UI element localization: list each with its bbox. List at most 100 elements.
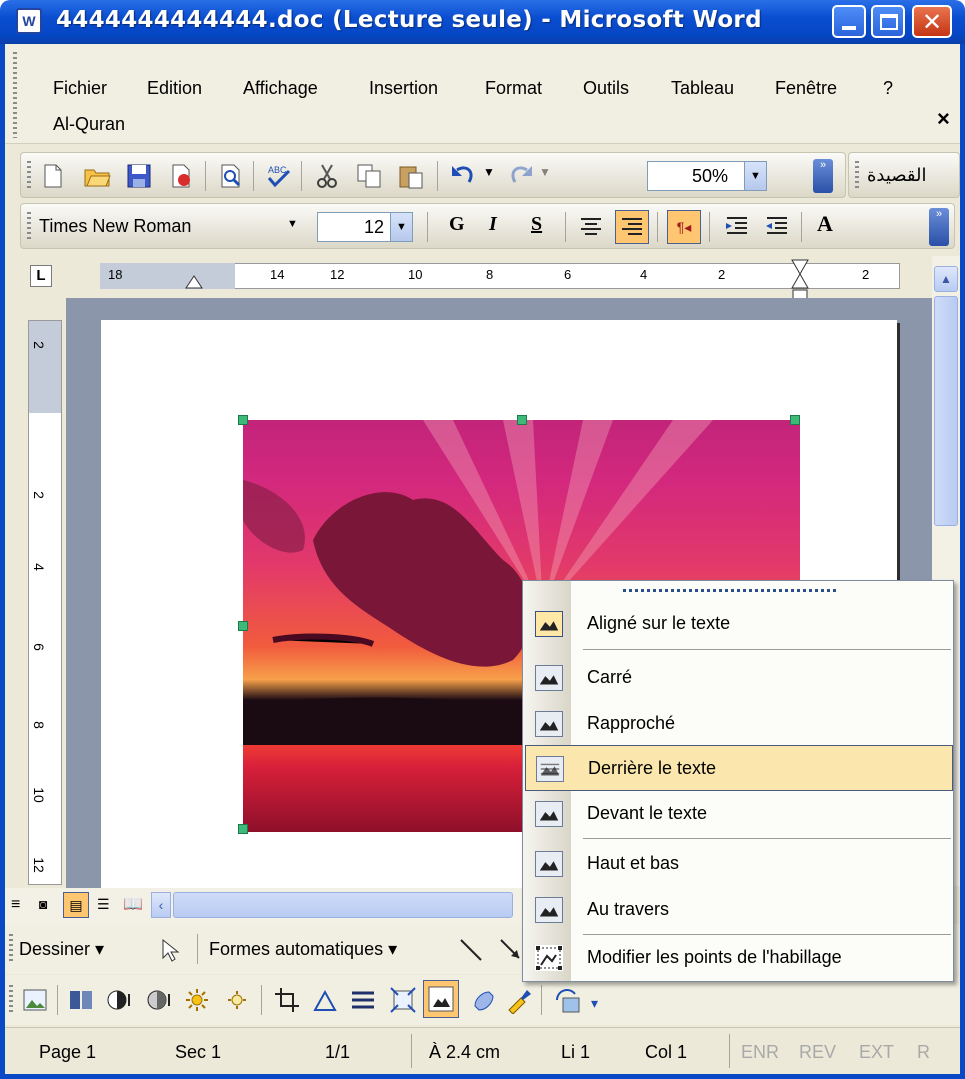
redo-dropdown-icon[interactable]: ▼ <box>539 165 551 179</box>
reset-picture-icon[interactable] <box>553 986 581 1014</box>
font-size-dropdown-icon[interactable]: ▼ <box>390 213 412 241</box>
spelling-icon[interactable]: ABC <box>265 162 293 190</box>
toolbar-grip[interactable] <box>27 212 31 242</box>
tab-selector[interactable]: L <box>30 265 52 287</box>
minimize-button[interactable] <box>832 5 866 38</box>
title-bar[interactable]: W 4444444444444.doc (Lecture seule) - Mi… <box>0 0 965 44</box>
resize-handle[interactable] <box>790 415 800 425</box>
first-line-indent-marker[interactable] <box>184 274 204 290</box>
grow-font-button[interactable]: A <box>817 211 833 237</box>
new-document-icon[interactable] <box>39 162 67 190</box>
menu-affichage[interactable]: Affichage <box>243 78 318 99</box>
shadow-button[interactable]: S <box>531 213 542 236</box>
scroll-left-icon[interactable]: ‹ <box>151 892 171 918</box>
status-ext[interactable]: EXT <box>859 1042 894 1063</box>
less-contrast-icon[interactable] <box>145 986 173 1014</box>
status-enr[interactable]: ENR <box>741 1042 779 1063</box>
normal-view-icon[interactable]: ≡ <box>11 896 20 914</box>
resize-handle[interactable] <box>238 824 248 834</box>
menubar-grip[interactable] <box>13 52 17 138</box>
print-preview-icon[interactable] <box>217 162 245 190</box>
close-button[interactable]: ✕ <box>912 5 952 38</box>
undo-icon[interactable] <box>449 162 477 190</box>
line-icon[interactable] <box>457 936 485 964</box>
resize-handle[interactable] <box>238 621 248 631</box>
more-contrast-icon[interactable] <box>105 986 133 1014</box>
edit-wrap-points-item[interactable]: Modifier les points de l'habillage <box>525 935 953 981</box>
wrap-in-front-item[interactable]: Devant le texte <box>525 791 953 837</box>
draw-menu-button[interactable]: Dessiner ▾ <box>19 939 104 960</box>
select-objects-icon[interactable] <box>157 936 185 964</box>
toolbar-options-icon[interactable]: » <box>929 208 949 246</box>
line-style-icon[interactable] <box>349 986 377 1014</box>
set-transparent-color-icon[interactable] <box>505 986 533 1014</box>
resize-handle[interactable] <box>238 415 248 425</box>
less-brightness-icon[interactable] <box>225 986 253 1014</box>
color-icon[interactable] <box>67 986 95 1014</box>
maximize-button[interactable] <box>871 5 905 38</box>
increase-indent-icon[interactable] <box>763 213 791 241</box>
menu-al-quran[interactable]: Al-Quran <box>53 114 125 135</box>
custom-toolbar-button[interactable]: القصيدة <box>867 165 927 186</box>
right-indent-marker[interactable] <box>790 258 810 302</box>
toolbar-options-icon[interactable]: ▾ <box>591 995 598 1012</box>
resize-handle[interactable] <box>517 415 527 425</box>
font-dropdown-icon[interactable]: ▼ <box>287 218 298 230</box>
wrap-inline-item[interactable]: Aligné sur le texte <box>525 601 953 647</box>
menu-format[interactable]: Format <box>485 78 542 99</box>
compress-pictures-icon[interactable] <box>389 986 417 1014</box>
word-doc-icon[interactable]: W <box>16 8 42 34</box>
align-center-icon[interactable] <box>577 213 605 241</box>
more-brightness-icon[interactable] <box>185 986 213 1014</box>
vertical-ruler[interactable]: 2 2 4 6 8 10 12 <box>28 320 62 885</box>
arrow-icon[interactable] <box>497 936 525 964</box>
copy-icon[interactable] <box>355 162 383 190</box>
toolbar-grip[interactable] <box>9 934 13 964</box>
reading-view-icon[interactable]: 📖 <box>123 894 143 914</box>
menu-fenetre[interactable]: Fenêtre <box>775 78 837 99</box>
paste-icon[interactable] <box>397 162 425 190</box>
toolbar-grip[interactable] <box>855 161 859 191</box>
close-document-icon[interactable]: × <box>937 106 950 132</box>
menu-edition[interactable]: Edition <box>147 78 202 99</box>
decrease-indent-icon[interactable] <box>723 213 751 241</box>
cut-icon[interactable] <box>313 162 341 190</box>
zoom-combo[interactable]: 50% ▼ <box>647 161 767 191</box>
font-size-combo[interactable]: 12 ▼ <box>317 212 413 242</box>
menu-fichier[interactable]: Fichier <box>53 78 107 99</box>
undo-dropdown-icon[interactable]: ▼ <box>483 165 495 179</box>
italic-button[interactable]: I <box>489 213 497 236</box>
scroll-up-icon[interactable]: ▲ <box>934 266 958 292</box>
menu-drag-handle[interactable] <box>623 589 838 592</box>
web-view-icon[interactable]: ◙ <box>39 896 47 912</box>
wrap-top-bottom-item[interactable]: Haut et bas <box>525 841 953 887</box>
status-rev[interactable]: REV <box>799 1042 836 1063</box>
toolbar-grip[interactable] <box>27 161 31 191</box>
wrap-through-item[interactable]: Au travers <box>525 887 953 933</box>
font-name-combo[interactable]: Times New Roman ▼ <box>35 212 317 242</box>
menu-outils[interactable]: Outils <box>583 78 629 99</box>
toolbar-options-icon[interactable]: » <box>813 159 833 193</box>
open-folder-icon[interactable] <box>83 162 111 190</box>
rotate-left-icon[interactable] <box>311 986 339 1014</box>
menu-help[interactable]: ? <box>883 78 893 99</box>
crop-icon[interactable] <box>273 986 301 1014</box>
save-icon[interactable] <box>125 162 153 190</box>
format-picture-icon[interactable] <box>469 986 497 1014</box>
horizontal-scroll-thumb[interactable] <box>173 892 513 918</box>
menu-insertion[interactable]: Insertion <box>369 78 438 99</box>
zoom-dropdown-icon[interactable]: ▼ <box>744 162 766 190</box>
menu-tableau[interactable]: Tableau <box>671 78 734 99</box>
wrap-behind-text-item[interactable]: Derrière le texte <box>525 745 953 791</box>
rtl-paragraph-button[interactable]: ¶◂ <box>667 210 701 244</box>
redo-icon[interactable] <box>507 162 535 190</box>
toolbar-grip[interactable] <box>9 985 13 1015</box>
autoshapes-button[interactable]: Formes automatiques ▾ <box>209 939 397 960</box>
outline-view-icon[interactable]: ☰ <box>97 896 110 913</box>
align-right-button[interactable] <box>615 210 649 244</box>
print-layout-view-icon[interactable]: ▤ <box>63 892 89 918</box>
insert-picture-icon[interactable] <box>21 986 49 1014</box>
bold-button[interactable]: G <box>449 213 465 236</box>
text-wrapping-button[interactable] <box>423 980 459 1018</box>
permission-icon[interactable] <box>167 162 195 190</box>
